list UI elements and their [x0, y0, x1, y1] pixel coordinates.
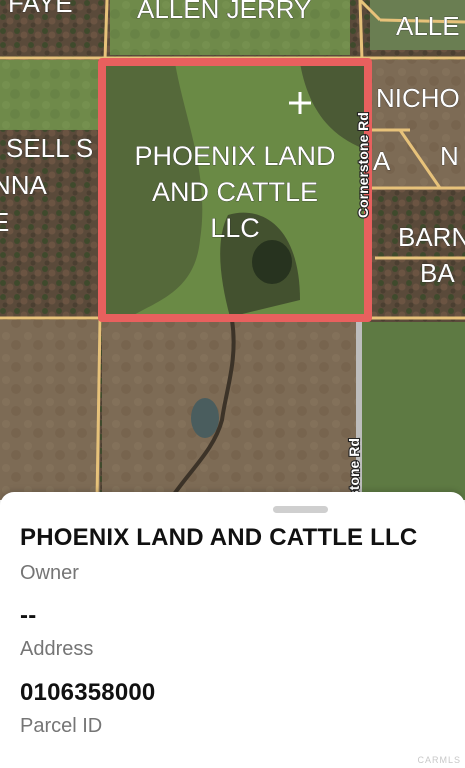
label-ba: BA: [420, 258, 455, 288]
field-lower-right: [362, 322, 465, 500]
label-n: N: [440, 141, 459, 171]
label-nna: NNA: [0, 170, 48, 200]
pond-lower-icon: [191, 398, 219, 438]
road-label-cornerstone: Cornerstone Rd: [355, 112, 371, 218]
label-allen-jerry: ALLEN JERRY: [137, 0, 311, 24]
watermark: CARMLS: [417, 755, 461, 765]
label-barn: BARN: [398, 222, 465, 252]
address-label: Address: [20, 638, 94, 660]
field-lower-middle: [102, 322, 357, 500]
label-faye: FAYE: [8, 0, 73, 18]
field-lower-left: [0, 320, 100, 500]
satellite-map[interactable]: PHOENIX LAND AND CATTLE LLC FAYE ALLEN J…: [0, 0, 465, 500]
selected-parcel-label-line-3: LLC: [210, 213, 260, 243]
label-e: E: [0, 207, 9, 237]
pond-icon: [252, 240, 292, 284]
selected-parcel-label-line-2: AND CATTLE: [152, 177, 318, 207]
sheet-drag-handle[interactable]: [273, 506, 328, 513]
label-alle: ALLE: [396, 11, 460, 41]
field-top-left: [0, 60, 98, 130]
parcel-id-value: 0106358000: [20, 679, 156, 706]
selected-parcel-label-line-1: PHOENIX LAND: [134, 141, 335, 171]
label-nicho: NICHO: [376, 83, 460, 113]
parcel-info-sheet: PHOENIX LAND AND CATTLE LLC Owner -- Add…: [0, 492, 465, 768]
owner-value: PHOENIX LAND AND CATTLE LLC: [20, 524, 418, 551]
parcel-id-label: Parcel ID: [20, 715, 103, 737]
label-a: A: [373, 146, 391, 176]
label-sell-s: SELL S: [6, 133, 93, 163]
road-label-stone: stone Rd: [346, 438, 362, 498]
owner-label: Owner: [20, 562, 79, 584]
address-value: --: [20, 602, 37, 629]
